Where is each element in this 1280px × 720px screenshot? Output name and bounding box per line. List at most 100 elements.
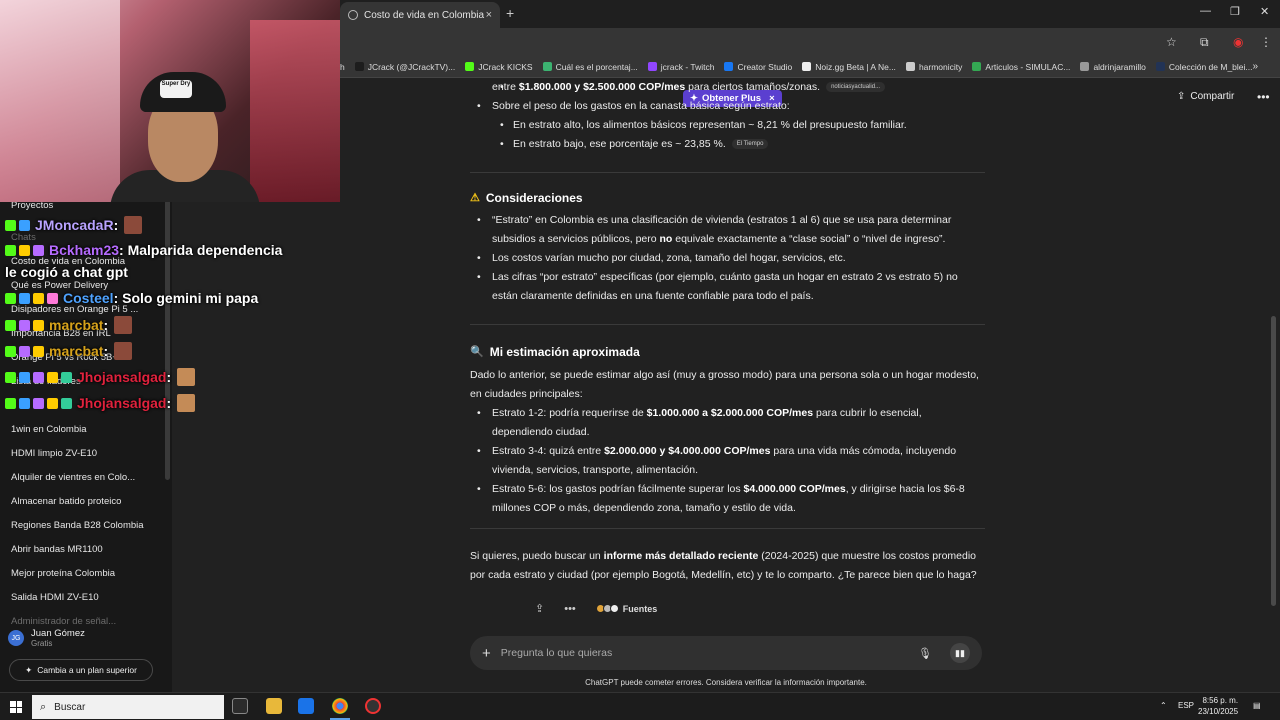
restore-icon[interactable]: ❐ xyxy=(1230,5,1240,18)
warning-icon: ⚠ xyxy=(470,192,480,204)
chat-username: JMoncadaR xyxy=(35,217,114,233)
sparkle-icon: ✦ xyxy=(25,664,33,675)
citation-badge[interactable]: El Tiempo xyxy=(731,139,769,150)
chat-badge-icon xyxy=(47,397,58,409)
bookmark-favicon-icon xyxy=(972,62,982,71)
taskbar-search[interactable]: ⌕ Buscar xyxy=(32,695,224,719)
chat-emote-icon xyxy=(177,394,196,412)
heading-text: Mi estimación aproximada xyxy=(489,345,640,359)
considerations-heading: ⚠ Consideraciones xyxy=(470,189,985,208)
gaming-chair xyxy=(250,20,340,202)
bold-amount: $1.000.000 a $2.000.000 COP/mes xyxy=(646,407,814,419)
bookmark-label: aldrinjaramillo xyxy=(1093,61,1146,72)
main-scrollbar[interactable] xyxy=(1271,316,1276,606)
tab-close-icon[interactable]: × xyxy=(486,9,492,21)
chat-separator: : xyxy=(103,317,109,333)
upgrade-plan-label: Cambia a un plan superior xyxy=(37,665,137,675)
prompt-composer[interactable]: + Pregunta lo que quieras 🎙 ▮▮ xyxy=(470,636,982,670)
sidebar-item[interactable]: 1win en Colombia xyxy=(11,424,87,435)
profile-icon[interactable]: ◉ xyxy=(1233,35,1243,49)
sidebar-item[interactable]: Alquiler de vientres en Colo... xyxy=(11,472,135,483)
bookmark-favicon-icon xyxy=(1155,62,1165,71)
sidebar-item[interactable]: Regiones Banda B28 Colombia xyxy=(11,520,144,531)
bookmark-item[interactable]: Noiz.gg Beta | A Ne... xyxy=(802,62,896,72)
bookmark-item[interactable]: aldrinjaramillo xyxy=(1080,61,1146,72)
sidebar-item[interactable]: Abrir bandas MR1100 xyxy=(11,544,103,555)
task-view-icon[interactable] xyxy=(232,698,248,714)
chat-message: JMoncadaR : xyxy=(5,216,143,234)
bold-text: no xyxy=(659,233,673,245)
windows-start-icon[interactable] xyxy=(10,701,22,713)
share-icon: ⇪ xyxy=(1177,91,1186,102)
bookmark-label: jcrack - Twitch xyxy=(660,61,715,72)
window-close-icon[interactable]: ✕ xyxy=(1260,5,1269,18)
text: En estrato bajo, ese porcentaje es ~ 23,… xyxy=(513,138,726,150)
user-name: Juan Gómez xyxy=(31,628,85,639)
chat-text: le cogió a chat gpt xyxy=(5,264,128,280)
taskbar-search-label: Buscar xyxy=(54,701,86,713)
sidebar-item[interactable]: Administrador de señal... xyxy=(11,616,116,627)
bookmarks-more-icon[interactable]: » xyxy=(1252,61,1258,72)
list-item: Estrato 1-2: podría requerirse de $1.000… xyxy=(470,404,985,442)
chat-badge-icon xyxy=(33,244,44,256)
sidebar-item[interactable]: HDMI limpio ZV-E10 xyxy=(11,448,97,459)
chrome-icon[interactable] xyxy=(332,698,348,714)
more-actions-icon[interactable]: ••• xyxy=(564,603,576,615)
sources-button[interactable]: Fuentes xyxy=(623,604,658,614)
browser-menu-icon[interactable]: ⋮ xyxy=(1260,35,1272,49)
bookmark-item[interactable]: jcrack - Twitch xyxy=(647,61,715,72)
bookmark-item[interactable]: Articulos - SIMULAC... xyxy=(972,62,1070,72)
bookmark-item[interactable]: JCrack (@JCrackTV)... xyxy=(354,62,455,72)
chat-message: Jhojansalgad : xyxy=(5,394,196,412)
bookmark-favicon-icon xyxy=(724,62,734,71)
user-profile[interactable]: JG Juan Gómez Gratis xyxy=(8,628,85,648)
bookmark-item[interactable]: Creator Studio xyxy=(724,62,792,72)
citation-badge[interactable]: noticiasyactualid... xyxy=(826,82,886,93)
estimate-heading: 🔍 Mi estimación aproximada xyxy=(470,343,985,362)
outlook-icon[interactable] xyxy=(298,698,314,714)
chat-emote-icon xyxy=(124,216,143,234)
message-actions: ⇪ ••• Fuentes xyxy=(535,602,658,616)
upgrade-plan-button[interactable]: ✦ Cambia a un plan superior xyxy=(9,659,153,681)
voice-mode-icon[interactable]: ▮▮ xyxy=(950,643,970,663)
chat-badge-icon xyxy=(5,371,16,383)
language-indicator[interactable]: ESP xyxy=(1178,701,1194,710)
attach-plus-icon[interactable]: + xyxy=(482,645,491,662)
text: Estrato 3-4: quizá entre xyxy=(492,445,605,457)
chatgpt-favicon-icon xyxy=(348,10,358,20)
bookmarks-bar: h JCrack (@JCrackTV)... JCrack KICKS Cuál … xyxy=(340,56,1280,78)
browser-toolbar: ☆ ⧉ ◉ ⋮ xyxy=(340,28,1280,56)
chat-badge-icon xyxy=(33,292,44,304)
microphone-icon[interactable]: 🎙 xyxy=(918,647,932,660)
sidebar-item[interactable]: Mejor proteína Colombia xyxy=(11,568,115,579)
bookmark-item[interactable]: Cuál es el porcentaj... xyxy=(542,62,638,72)
sidebar-item[interactable]: Almacenar batido proteico xyxy=(11,496,121,507)
chat-message: le cogió a chat gpt xyxy=(5,264,128,280)
extensions-icon[interactable]: ⧉ xyxy=(1200,35,1209,50)
chat-username: marcbat xyxy=(49,317,104,333)
share-message-icon[interactable]: ⇪ xyxy=(535,602,544,615)
new-tab-button[interactable]: + xyxy=(506,5,514,21)
prompt-input[interactable]: Pregunta lo que quieras xyxy=(501,647,918,659)
list-item: Las cifras “por estrato” específicas (po… xyxy=(470,268,985,306)
more-options-icon[interactable]: ••• xyxy=(1257,90,1270,104)
text: En estrato alto, los alimentos básicos r… xyxy=(513,119,907,131)
tray-chevron-icon[interactable]: ⌃ xyxy=(1160,701,1167,710)
text: Las cifras “por estrato” específicas (po… xyxy=(492,271,958,302)
minimize-icon[interactable]: — xyxy=(1200,5,1211,17)
bookmark-star-icon[interactable]: ☆ xyxy=(1166,35,1177,49)
taskbar-clock[interactable]: 8:56 p. m. 23/10/2025 xyxy=(1198,695,1238,717)
paragraph: Dado lo anterior, se puede estimar algo … xyxy=(470,366,985,404)
bookmark-item[interactable]: JCrack KICKS xyxy=(465,62,533,72)
bookmark-favicon-icon xyxy=(542,62,552,71)
chat-badge-icon xyxy=(33,345,44,357)
share-button[interactable]: ⇪ Compartir xyxy=(1177,91,1234,102)
obs-icon[interactable] xyxy=(365,698,381,714)
notifications-icon[interactable]: ▤ xyxy=(1253,701,1261,710)
bookmark-item[interactable]: harmonicity xyxy=(905,62,962,72)
ring-light xyxy=(0,0,120,202)
browser-tab[interactable]: Costo de vida en Colombia × xyxy=(340,2,500,28)
file-explorer-icon[interactable] xyxy=(266,698,282,714)
sidebar-item[interactable]: Salida HDMI ZV-E10 xyxy=(11,592,99,603)
bookmark-item[interactable]: Colección de M_blei... xyxy=(1155,62,1253,72)
